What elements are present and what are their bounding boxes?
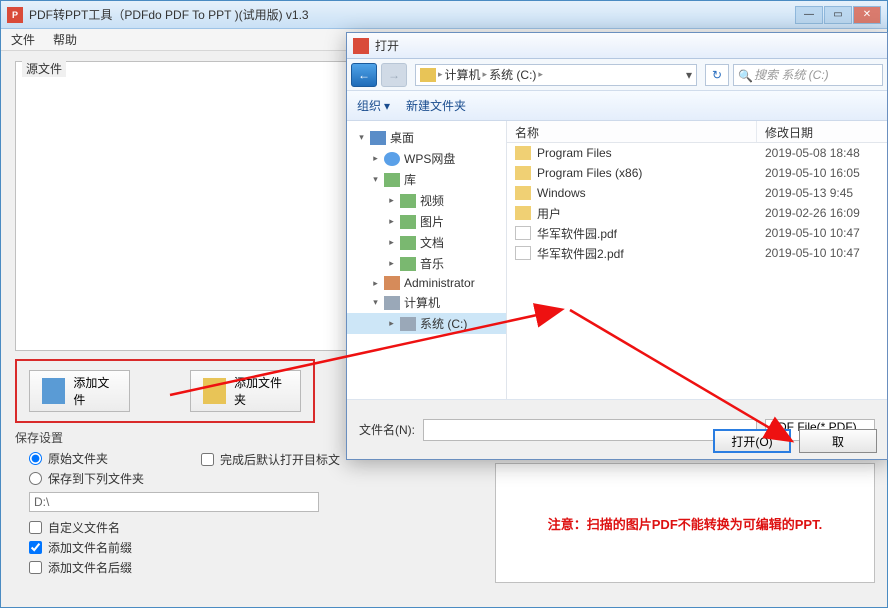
new-folder-button[interactable]: 新建文件夹	[406, 97, 466, 114]
add-folder-button[interactable]: 添加文件夹	[190, 370, 301, 412]
breadcrumb-seg1[interactable]: 计算机	[445, 66, 481, 83]
chk-suffix-label: 添加文件名后缀	[48, 559, 132, 576]
tree-wps[interactable]: ▸WPS网盘	[347, 148, 506, 169]
chevron-right-icon: ▸	[538, 69, 543, 80]
chk-custom-name-label: 自定义文件名	[48, 519, 120, 536]
tree-pictures[interactable]: ▸图片	[347, 211, 506, 232]
breadcrumb-seg2[interactable]: 系统 (C:)	[489, 66, 536, 83]
refresh-button[interactable]: ↻	[705, 64, 729, 86]
tree-documents[interactable]: ▸文档	[347, 232, 506, 253]
file-row[interactable]: Windows 2019-05-13 9:45	[507, 183, 887, 203]
file-name: Windows	[537, 186, 586, 200]
tree-videos[interactable]: ▸视频	[347, 190, 506, 211]
file-name: Program Files (x86)	[537, 166, 642, 180]
file-date: 2019-05-10 16:05	[757, 163, 887, 183]
add-file-button[interactable]: 添加文件	[29, 370, 130, 412]
menu-help[interactable]: 帮助	[53, 31, 77, 48]
app-icon: P	[7, 7, 23, 23]
warning-text: 注意：扫描的图片PDF不能转换为可编辑的PPT.	[548, 514, 822, 533]
check-open-after[interactable]: 完成后默认打开目标文	[201, 451, 340, 468]
search-icon: 🔍	[738, 69, 750, 81]
dialog-icon	[353, 38, 369, 54]
chk-prefix-label: 添加文件名前缀	[48, 539, 132, 556]
chk-suffix-input[interactable]	[29, 561, 42, 574]
file-row[interactable]: 华军软件园2.pdf 2019-05-10 10:47	[507, 243, 887, 263]
cancel-button[interactable]: 取	[799, 429, 877, 453]
warning-box: 注意：扫描的图片PDF不能转换为可编辑的PPT.	[495, 463, 875, 583]
folder-icon	[515, 146, 531, 160]
close-button[interactable]: ✕	[853, 6, 881, 24]
add-folder-label: 添加文件夹	[234, 374, 288, 408]
radio-custom-label: 保存到下列文件夹	[48, 470, 144, 487]
file-pane: 名称 修改日期 Program Files2019-05-08 18:48Pro…	[507, 121, 887, 399]
chevron-right-icon: ▸	[483, 69, 488, 80]
open-button[interactable]: 打开(O)	[713, 429, 791, 453]
filename-input[interactable]	[423, 419, 757, 441]
breadcrumb[interactable]: ▸ 计算机 ▸ 系统 (C:) ▸ ▾	[415, 64, 697, 86]
file-date: 2019-05-10 10:47	[757, 223, 887, 243]
folder-icon	[515, 186, 531, 200]
dialog-nav: ← → ▸ 计算机 ▸ 系统 (C:) ▸ ▾ ↻ 🔍 搜索 系统 (C:)	[347, 59, 887, 91]
search-input[interactable]: 🔍 搜索 系统 (C:)	[733, 64, 883, 86]
search-placeholder: 搜索 系统 (C:)	[754, 66, 829, 83]
file-name: 用户	[537, 205, 561, 222]
chk-prefix-input[interactable]	[29, 541, 42, 554]
tree-music[interactable]: ▸音乐	[347, 253, 506, 274]
tree-pane: ▾桌面 ▸WPS网盘 ▾库 ▸视频 ▸图片 ▸文档 ▸音乐 ▸Administr…	[347, 121, 507, 399]
source-group-label: 源文件	[22, 60, 66, 77]
col-name-header[interactable]: 名称	[507, 121, 757, 142]
file-row[interactable]: 用户 2019-02-26 16:09	[507, 203, 887, 223]
breadcrumb-icon	[420, 68, 436, 82]
radio-original-label: 原始文件夹	[48, 450, 108, 467]
tree-system-c[interactable]: ▸系统 (C:)	[347, 313, 506, 334]
dialog-body: ▾桌面 ▸WPS网盘 ▾库 ▸视频 ▸图片 ▸文档 ▸音乐 ▸Administr…	[347, 121, 887, 399]
dialog-titlebar: 打开	[347, 33, 887, 59]
file-date: 2019-05-08 18:48	[757, 143, 887, 163]
radio-custom-input[interactable]	[29, 472, 42, 485]
open-dialog: 打开 ← → ▸ 计算机 ▸ 系统 (C:) ▸ ▾ ↻ 🔍 搜索 系统 (C:…	[346, 32, 888, 460]
chevron-right-icon: ▸	[438, 69, 443, 80]
tree-libraries[interactable]: ▾库	[347, 169, 506, 190]
file-date: 2019-05-13 9:45	[757, 183, 887, 203]
filename-label: 文件名(N):	[359, 421, 415, 438]
tree-computer[interactable]: ▾计算机	[347, 292, 506, 313]
folder-icon	[515, 206, 531, 220]
organize-button[interactable]: 组织 ▾	[357, 97, 390, 114]
chevron-down-icon: ▾	[384, 99, 390, 113]
add-button-row: 添加文件 添加文件夹	[15, 359, 315, 423]
file-date: 2019-05-10 10:47	[757, 243, 887, 263]
menu-file[interactable]: 文件	[11, 31, 35, 48]
file-icon	[515, 226, 531, 240]
app-title: PDF转PPT工具（PDFdo PDF To PPT )(试用版) v1.3	[29, 6, 795, 23]
chk-custom-name-input[interactable]	[29, 521, 42, 534]
chk-open-after-label: 完成后默认打开目标文	[220, 451, 340, 468]
nav-back-button[interactable]: ←	[351, 63, 377, 87]
file-name: 华军软件园.pdf	[537, 225, 617, 242]
maximize-button[interactable]: ▭	[824, 6, 852, 24]
nav-forward-button[interactable]: →	[381, 63, 407, 87]
add-file-label: 添加文件	[73, 374, 116, 408]
minimize-button[interactable]: —	[795, 6, 823, 24]
chevron-down-icon[interactable]: ▾	[686, 68, 692, 82]
file-list-header: 名称 修改日期	[507, 121, 887, 143]
file-name: 华军软件园2.pdf	[537, 245, 624, 262]
file-date: 2019-02-26 16:09	[757, 203, 887, 223]
dialog-toolbar: 组织 ▾ 新建文件夹	[347, 91, 887, 121]
folder-icon	[515, 166, 531, 180]
dialog-title: 打开	[375, 37, 881, 54]
main-titlebar: P PDF转PPT工具（PDFdo PDF To PPT )(试用版) v1.3…	[1, 1, 887, 29]
tree-desktop[interactable]: ▾桌面	[347, 127, 506, 148]
radio-original-input[interactable]	[29, 452, 42, 465]
file-row[interactable]: Program Files (x86) 2019-05-10 16:05	[507, 163, 887, 183]
file-icon	[515, 246, 531, 260]
save-path-input[interactable]	[29, 492, 319, 512]
chk-open-after-input[interactable]	[201, 453, 214, 466]
col-date-header[interactable]: 修改日期	[757, 121, 887, 142]
add-folder-icon	[203, 378, 226, 404]
add-file-icon	[42, 378, 65, 404]
tree-admin[interactable]: ▸Administrator	[347, 274, 506, 292]
file-row[interactable]: 华军软件园.pdf 2019-05-10 10:47	[507, 223, 887, 243]
file-row[interactable]: Program Files 2019-05-08 18:48	[507, 143, 887, 163]
file-name: Program Files	[537, 146, 612, 160]
